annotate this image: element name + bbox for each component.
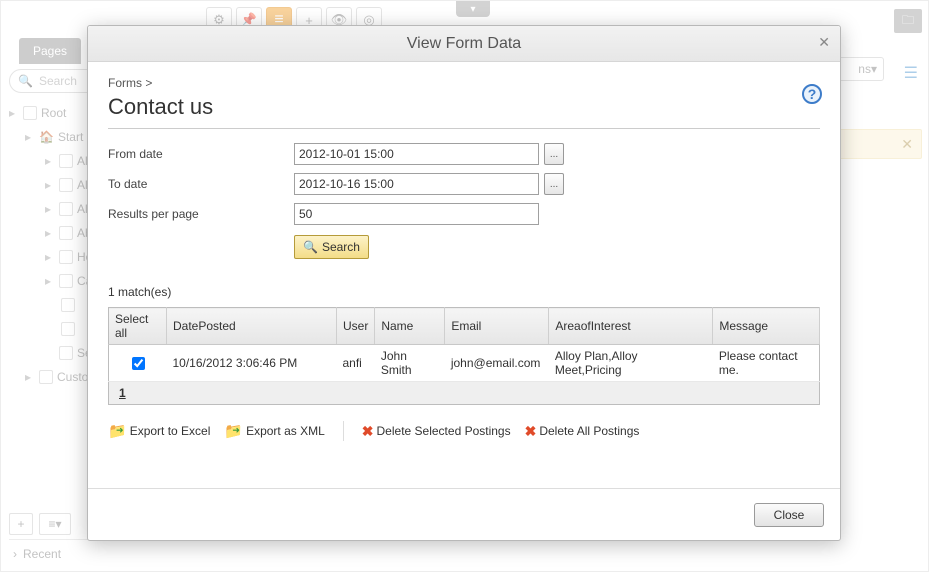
col-user[interactable]: User: [337, 308, 375, 345]
export-icon: 📁: [224, 422, 243, 440]
view-form-data-dialog: View Form Data ✕ Forms > Contact us ? Fr…: [87, 25, 841, 541]
dialog-footer: Close: [88, 488, 840, 540]
col-area[interactable]: AreaofInterest: [549, 308, 713, 345]
export-excel-button[interactable]: 📁 Export to Excel: [108, 422, 210, 440]
separator: [343, 421, 344, 441]
dialog-title: View Form Data: [407, 35, 521, 53]
tab-pages[interactable]: Pages: [19, 38, 81, 64]
to-date-label: To date: [108, 177, 294, 191]
close-icon[interactable]: ✕: [901, 136, 913, 153]
list-view-icon[interactable]: ☰: [904, 63, 918, 83]
cell-user: anfi: [337, 345, 375, 382]
export-icon: 📁: [108, 422, 127, 440]
close-icon[interactable]: ✕: [818, 34, 830, 51]
page-title: Contact us: [108, 94, 820, 120]
results-table: Select all DatePosted User Name Email Ar…: [108, 307, 820, 405]
search-button-label: Search: [322, 240, 360, 254]
cell-area: Alloy Plan,Alloy Meet,Pricing: [549, 345, 713, 382]
divider: [108, 128, 820, 129]
match-count: 1 match(es): [108, 285, 820, 299]
col-date-posted[interactable]: DatePosted: [167, 308, 337, 345]
pager-row: 1: [109, 382, 820, 405]
bottom-toolbar: + ≡▾: [9, 513, 71, 535]
delete-selected-button[interactable]: ✖ Delete Selected Postings: [362, 423, 511, 440]
col-message[interactable]: Message: [713, 308, 820, 345]
search-button[interactable]: 🔍 Search: [294, 235, 369, 259]
cell-message: Please contact me.: [713, 345, 820, 382]
delete-all-button[interactable]: ✖ Delete All Postings: [525, 423, 640, 440]
from-date-picker-button[interactable]: ...: [544, 143, 564, 165]
search-placeholder: Search: [39, 74, 77, 88]
export-xml-button[interactable]: 📁 Export as XML: [224, 422, 324, 440]
breadcrumb[interactable]: Forms >: [108, 76, 820, 90]
cell-email: john@email.com: [445, 345, 549, 382]
table-row[interactable]: 10/16/2012 3:06:46 PM anfi John Smith jo…: [109, 345, 820, 382]
search-icon: 🔍: [18, 74, 33, 88]
dialog-header: View Form Data ✕: [88, 26, 840, 62]
results-per-page-label: Results per page: [108, 207, 294, 221]
help-icon[interactable]: ?: [802, 84, 822, 104]
dialog-body: Forms > Contact us ? From date ... To da…: [88, 62, 840, 490]
col-select-all[interactable]: Select all: [109, 308, 167, 345]
delete-icon: ✖: [362, 423, 374, 440]
action-bar: 📁 Export to Excel 📁 Export as XML ✖ Dele…: [108, 421, 820, 441]
close-button[interactable]: Close: [754, 503, 824, 527]
to-date-input[interactable]: [294, 173, 539, 195]
from-date-input[interactable]: [294, 143, 539, 165]
col-name[interactable]: Name: [375, 308, 445, 345]
col-email[interactable]: Email: [445, 308, 549, 345]
search-icon: 🔍: [303, 240, 318, 254]
row-checkbox[interactable]: [132, 357, 145, 370]
cell-name: John Smith: [375, 345, 445, 382]
page-1-link[interactable]: 1: [119, 386, 126, 400]
to-date-picker-button[interactable]: ...: [544, 173, 564, 195]
results-per-page-input[interactable]: [294, 203, 539, 225]
folder-icon[interactable]: 🗀: [894, 9, 922, 33]
from-date-label: From date: [108, 147, 294, 161]
top-dropdown-handle[interactable]: ▾: [456, 1, 490, 17]
recent-panel[interactable]: ›Recent: [9, 539, 254, 567]
delete-icon: ✖: [525, 423, 537, 440]
menu-button[interactable]: ≡▾: [39, 513, 71, 535]
cell-date: 10/16/2012 3:06:46 PM: [167, 345, 337, 382]
add-button[interactable]: +: [9, 513, 33, 535]
